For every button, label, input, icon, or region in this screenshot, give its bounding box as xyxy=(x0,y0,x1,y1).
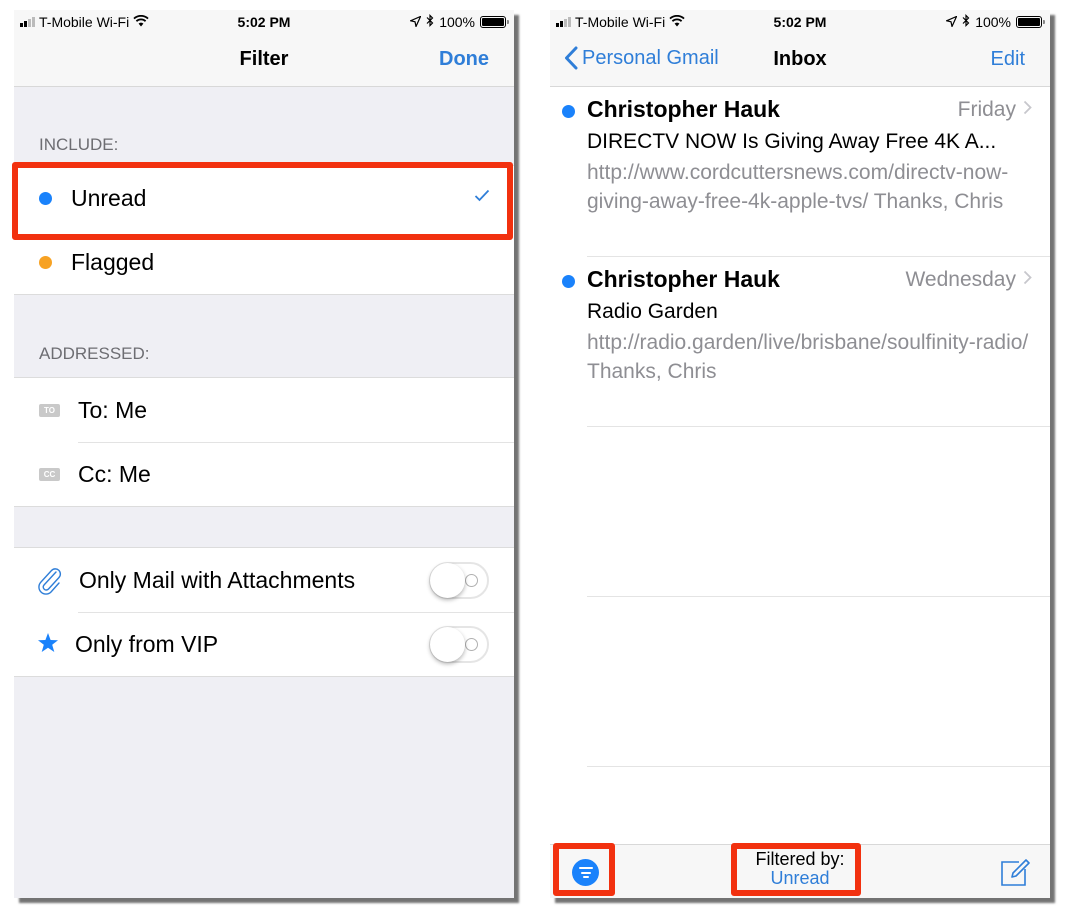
nav-bar: Filter Done xyxy=(14,34,514,87)
mail-sender: Christopher Hauk xyxy=(587,96,780,122)
chevron-right-icon xyxy=(1023,270,1032,290)
status-bar: T-Mobile Wi-Fi 5:02 PM 100% xyxy=(550,10,1050,34)
location-icon xyxy=(408,14,422,30)
chevron-left-icon xyxy=(564,46,578,70)
row-divider xyxy=(587,256,1050,257)
filter-option-label: Cc: Me xyxy=(78,460,151,487)
compose-icon xyxy=(1001,859,1030,886)
unread-dot-icon xyxy=(562,105,575,118)
chevron-right-icon xyxy=(1023,100,1032,120)
battery-icon xyxy=(1016,16,1045,28)
mail-preview: http://radio.garden/live/brisbane/soulfi… xyxy=(587,331,1029,383)
inbox-screen: T-Mobile Wi-Fi 5:02 PM 100% Personal Gma… xyxy=(550,10,1050,898)
orange-dot-icon xyxy=(39,255,52,269)
mail-subject: Radio Garden xyxy=(587,300,718,323)
back-label: Personal Gmail xyxy=(582,46,719,69)
page-title: Inbox xyxy=(773,48,827,70)
star-icon xyxy=(37,632,59,659)
option-label: Only from VIP xyxy=(75,630,219,657)
cc-badge-icon: CC xyxy=(39,467,60,481)
unread-dot-icon xyxy=(562,275,575,288)
bluetooth-icon xyxy=(426,14,434,30)
paperclip-icon xyxy=(37,567,63,600)
filtered-by-value[interactable]: Unread xyxy=(550,869,1050,888)
bottom-toolbar: Filtered by: Unread xyxy=(550,844,1050,898)
row-divider xyxy=(587,596,1050,597)
mail-sender: Christopher Hauk xyxy=(587,266,780,292)
addressed-header: ADDRESSED: xyxy=(39,344,150,363)
filter-option-label: Unread xyxy=(71,184,147,211)
filter-option-unread[interactable]: Unread xyxy=(14,166,514,230)
done-button[interactable]: Done xyxy=(439,48,489,71)
location-icon xyxy=(944,14,958,30)
filter-screen: T-Mobile Wi-Fi 5:02 PM 100% Filter Done … xyxy=(14,10,514,898)
battery-percent: 100% xyxy=(439,14,475,30)
filtered-by-label: Filtered by: xyxy=(755,849,845,869)
back-button[interactable]: Personal Gmail xyxy=(564,46,719,70)
include-header: INCLUDE: xyxy=(39,135,119,154)
option-vip: Only from VIP xyxy=(14,612,514,676)
filter-option-cc-me[interactable]: CC Cc: Me xyxy=(14,442,514,506)
mail-subject: DIRECTV NOW Is Giving Away Free 4K A... xyxy=(587,130,997,153)
bluetooth-icon xyxy=(962,14,970,30)
row-divider xyxy=(587,766,1050,767)
mail-date: Wednesday xyxy=(905,268,1016,291)
row-divider xyxy=(587,426,1050,427)
nav-bar: Personal Gmail Inbox Edit xyxy=(550,34,1050,87)
option-attachments: Only Mail with Attachments xyxy=(14,548,514,612)
filter-option-label: Flagged xyxy=(71,248,155,275)
filter-option-label: To: Me xyxy=(78,396,148,423)
checkmark-icon xyxy=(474,189,490,207)
to-badge-icon: TO xyxy=(39,403,60,417)
status-bar: T-Mobile Wi-Fi 5:02 PM 100% xyxy=(14,10,514,34)
options-group: Only Mail with Attachments Only from VIP xyxy=(14,547,514,677)
filter-option-to-me[interactable]: TO To: Me xyxy=(14,378,514,442)
blue-dot-icon xyxy=(39,191,52,205)
include-group: Unread Flagged xyxy=(14,165,514,295)
vip-toggle[interactable] xyxy=(429,625,489,663)
battery-percent: 100% xyxy=(975,14,1011,30)
mail-preview: http://www.cordcuttersnews.com/directv-n… xyxy=(587,161,1009,213)
attachments-toggle[interactable] xyxy=(429,561,489,599)
filter-option-flagged[interactable]: Flagged xyxy=(14,230,514,294)
edit-button[interactable]: Edit xyxy=(991,48,1025,71)
mail-date: Friday xyxy=(957,98,1016,121)
addressed-group: TO To: Me CC Cc: Me xyxy=(14,377,514,507)
mail-list-item[interactable]: Christopher Hauk Wednesday Radio Garden … xyxy=(550,258,1050,426)
option-label: Only Mail with Attachments xyxy=(79,566,356,593)
compose-button[interactable] xyxy=(1000,857,1030,892)
mail-list-item[interactable]: Christopher Hauk Friday DIRECTV NOW Is G… xyxy=(550,88,1050,256)
battery-icon xyxy=(480,16,509,28)
